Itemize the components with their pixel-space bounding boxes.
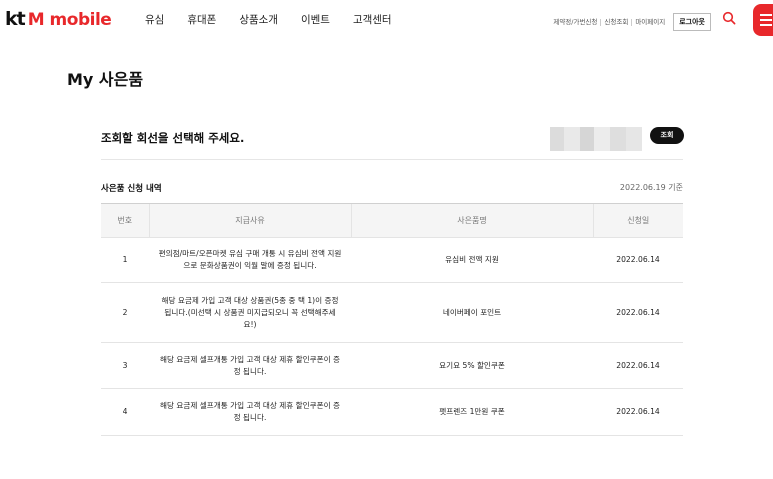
nav-item-events[interactable]: 이벤트 (301, 12, 330, 27)
cell-reason: 편의점/마트/오픈마켓 유심 구매 개통 시 유심비 전액 지원으로 문화상품권… (149, 237, 351, 283)
util-link-application-status[interactable]: 신청조회 (601, 18, 633, 26)
nav-item-usim[interactable]: 유심 (145, 12, 164, 27)
utility-links: 제약정/가번신청 신청조회 마이페이지 로그아웃 (550, 13, 711, 31)
logout-button[interactable]: 로그아웃 (673, 13, 711, 31)
page-title: My 사은품 (67, 70, 144, 89)
main-nav: 유심 휴대폰 상품소개 이벤트 고객센터 (145, 12, 415, 27)
cell-gift-name: 네이버페이 포인트 (351, 282, 593, 343)
util-link-mypage[interactable]: 마이페이지 (632, 18, 668, 26)
cell-apply-date: 2022.06.14 (593, 388, 683, 436)
cell-reason: 해당 요금제 셀프개통 가입 고객 대상 제휴 할인쿠폰이 증정 됩니다. (149, 388, 351, 436)
cell-number: 4 (101, 388, 149, 436)
column-header-number: 번호 (101, 203, 149, 238)
cell-apply-date: 2022.06.14 (593, 342, 683, 389)
util-link-contract[interactable]: 제약정/가번신청 (550, 18, 602, 26)
cell-number: 3 (101, 342, 149, 389)
hamburger-menu-icon[interactable] (753, 4, 773, 36)
line-select-label: 조회할 회선을 선택해 주세요. (101, 131, 245, 145)
table-header-row: 번호 지급사유 사은품명 신청일 (101, 203, 683, 238)
cell-gift-name: 요기요 5% 할인쿠폰 (351, 342, 593, 389)
gift-history-table: 번호 지급사유 사은품명 신청일 1 편의점/마트/오픈마켓 유심 구매 개통 … (101, 203, 683, 436)
nav-item-products[interactable]: 상품소개 (239, 12, 278, 27)
cell-gift-name: 유심비 전액 지원 (351, 237, 593, 283)
table-row: 4 해당 요금제 셀프개통 가입 고객 대상 제휴 할인쿠폰이 증정 됩니다. … (101, 388, 683, 436)
column-header-reason: 지급사유 (148, 203, 351, 238)
table-row: 2 해당 요금제 가입 고객 대상 상품권(5종 중 택 1)이 증정 됩니다.… (101, 282, 683, 343)
cell-number: 2 (101, 282, 149, 343)
cell-reason: 해당 요금제 셀프개통 가입 고객 대상 제휴 할인쿠폰이 증정 됩니다. (149, 342, 351, 389)
column-header-gift-name: 사은품명 (350, 203, 593, 238)
line-number-select[interactable] (550, 127, 642, 151)
nav-item-customer-center[interactable]: 고객센터 (353, 12, 392, 27)
column-header-apply-date: 신청일 (592, 203, 683, 238)
history-date-note: 2022.06.19 기준 (619, 183, 683, 192)
table-row: 3 해당 요금제 셀프개통 가입 고객 대상 제휴 할인쿠폰이 증정 됩니다. … (101, 342, 683, 389)
search-icon[interactable] (722, 10, 736, 25)
logo-kt-text: kt (5, 8, 26, 30)
cell-reason: 해당 요금제 가입 고객 대상 상품권(5종 중 택 1)이 증정 됩니다.(미… (149, 282, 351, 343)
table-row: 1 편의점/마트/오픈마켓 유심 구매 개통 시 유심비 전액 지원으로 문화상… (101, 237, 683, 283)
cell-apply-date: 2022.06.14 (593, 237, 683, 283)
nav-item-phone[interactable]: 휴대폰 (187, 12, 216, 27)
line-select-section: 조회할 회선을 선택해 주세요. 조회 (101, 118, 684, 160)
cell-apply-date: 2022.06.14 (593, 282, 683, 343)
header: kt M mobile 유심 휴대폰 상품소개 이벤트 고객센터 제약정/가번신… (0, 0, 773, 40)
query-button[interactable]: 조회 (650, 127, 684, 144)
cell-number: 1 (101, 237, 149, 283)
cell-gift-name: 펫프렌즈 1만원 쿠폰 (351, 388, 593, 436)
kt-mmobile-logo[interactable]: kt M mobile (5, 8, 112, 30)
logo-mobile-text: M mobile (27, 10, 112, 30)
gift-history-title: 사은품 신청 내역 (101, 184, 162, 194)
